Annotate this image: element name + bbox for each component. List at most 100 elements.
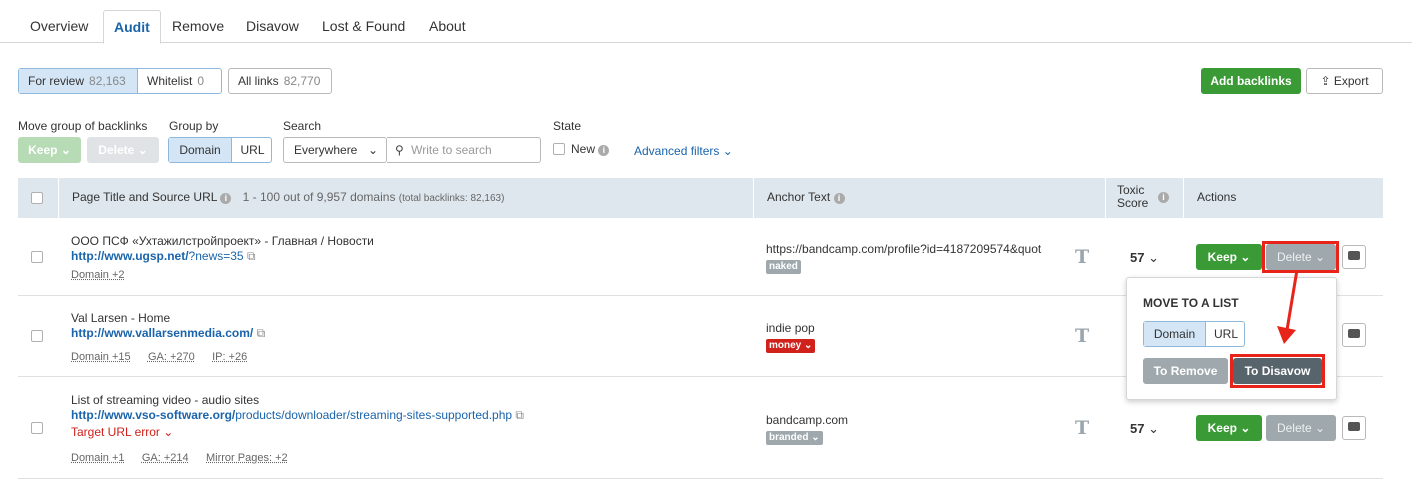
external-link-icon[interactable]: ⧉	[247, 249, 256, 263]
meta-ip[interactable]: IP: +26	[212, 351, 247, 363]
group-by-url[interactable]: URL	[233, 138, 272, 162]
export-label: Export	[1333, 74, 1369, 88]
row-url[interactable]: http://www.vallarsenmedia.com/ ⧉	[71, 326, 265, 341]
filter-whitelist-count: 0	[197, 74, 205, 88]
chevron-down-icon: ⌄	[367, 143, 378, 157]
chevron-down-icon: ⌄	[811, 432, 820, 443]
meta-domain[interactable]: Domain +2	[71, 269, 125, 281]
export-button[interactable]: ⇪ Export	[1306, 68, 1383, 94]
anchor-tag[interactable]: branded ⌄	[766, 431, 823, 445]
anchor-tag-label: money	[769, 340, 802, 351]
total-backlinks: (total backlinks: 82,163)	[398, 193, 505, 204]
select-all-checkbox[interactable]	[31, 192, 43, 204]
keep-label: Keep	[1207, 421, 1237, 435]
target-url-error[interactable]: Target URL error ⌄	[71, 425, 173, 439]
row-meta: Domain +2	[71, 267, 125, 281]
to-remove-button[interactable]: To Remove	[1143, 358, 1228, 384]
row-url-path[interactable]: ?news=35	[189, 249, 244, 263]
target-url-error-label: Target URL error	[71, 425, 160, 439]
group-keep-label: Keep	[28, 143, 58, 157]
meta-domain[interactable]: Domain +1	[71, 452, 125, 464]
export-icon: ⇪	[1320, 74, 1331, 88]
row-checkbox[interactable]	[31, 251, 43, 263]
tab-disavow[interactable]: Disavow	[236, 10, 309, 43]
group-delete-button[interactable]: Delete ⌄	[87, 137, 159, 163]
search-input[interactable]: ⚲ Write to search	[387, 137, 541, 163]
popup-domain[interactable]: Domain	[1144, 322, 1206, 346]
filter-all-links-count: 82,770	[283, 74, 321, 88]
filter-all-links-label: All links	[238, 74, 279, 88]
row-url-domain[interactable]: http://www.vso-software.org/	[71, 408, 235, 422]
chevron-down-icon: ⌄	[1314, 421, 1326, 435]
row-url[interactable]: http://www.ugsp.net/?news=35 ⧉	[71, 249, 256, 264]
col-toxic-line2: Score	[1117, 196, 1149, 210]
comment-icon[interactable]	[1342, 245, 1366, 269]
filter-whitelist[interactable]: Whitelist 0	[139, 69, 222, 93]
external-link-icon[interactable]: ⧉	[257, 326, 266, 340]
tab-audit[interactable]: Audit	[103, 10, 161, 44]
new-checkbox[interactable]	[553, 143, 565, 155]
advanced-filters-link[interactable]: Advanced filters ⌄	[634, 144, 733, 158]
info-icon: i	[1158, 192, 1169, 203]
row-url-domain[interactable]: http://www.vallarsenmedia.com/	[71, 326, 253, 340]
col-actions-header: Actions	[1197, 190, 1237, 204]
search-scope-select[interactable]: Everywhere ⌄	[283, 137, 387, 163]
filter-for-review[interactable]: For review 82,163	[19, 69, 138, 93]
chevron-down-icon: ⌄	[1240, 421, 1251, 435]
text-type-icon: T	[1075, 325, 1090, 347]
toxic-score[interactable]: 57 ⌄	[1130, 421, 1159, 437]
text-type-icon: T	[1075, 417, 1090, 439]
chevron-down-icon: ⌄	[60, 143, 71, 157]
row-title: ООО ПСФ «Ухтажилстройпроект» - Главная /…	[71, 234, 374, 248]
meta-domain[interactable]: Domain +15	[71, 351, 131, 363]
row-anchor: bandcamp.com	[766, 413, 849, 427]
group-by-domain[interactable]: Domain	[169, 138, 232, 162]
tab-remove[interactable]: Remove	[162, 10, 234, 43]
comment-icon[interactable]	[1342, 323, 1366, 347]
group-by-label: Group by	[169, 119, 219, 133]
tab-about[interactable]: About	[419, 10, 476, 43]
chevron-down-icon: ⌄	[1148, 250, 1159, 265]
row-meta: Domain +1 GA: +214 Mirror Pages: +2	[71, 450, 288, 464]
row-url-path[interactable]: products/downloader/streaming-sites-supp…	[235, 408, 512, 422]
meta-ga[interactable]: GA: +270	[148, 351, 195, 363]
arrow-shaft	[1285, 269, 1299, 331]
search-label: Search	[283, 119, 322, 133]
search-icon: ⚲	[395, 143, 404, 157]
row-checkbox[interactable]	[31, 422, 43, 434]
info-icon: i	[598, 145, 610, 156]
toxic-score[interactable]: 57 ⌄	[1130, 250, 1159, 266]
keep-button[interactable]: Keep ⌄	[1196, 415, 1262, 441]
toxic-score-value: 57	[1130, 250, 1145, 265]
row-checkbox[interactable]	[31, 330, 43, 342]
popup-url[interactable]: URL	[1207, 322, 1245, 346]
filter-for-review-count: 82,163	[89, 74, 126, 88]
chevron-down-icon: ⌄	[1148, 421, 1159, 436]
group-keep-button[interactable]: Keep ⌄	[18, 137, 81, 163]
col-toxic-line1: Toxic	[1117, 183, 1145, 197]
tab-overview[interactable]: Overview	[20, 10, 98, 43]
keep-button[interactable]: Keep ⌄	[1196, 244, 1262, 270]
tab-bar: Overview Audit Remove Disavow Lost & Fou…	[0, 0, 1412, 44]
new-label-text: New	[571, 142, 596, 156]
comment-icon[interactable]	[1342, 416, 1366, 440]
keep-label: Keep	[1207, 250, 1237, 264]
row-url[interactable]: http://www.vso-software.org/products/dow…	[71, 408, 524, 423]
row-title: Val Larsen - Home	[71, 311, 171, 325]
annotation-arrow	[1277, 269, 1299, 344]
move-group-label: Move group of backlinks	[18, 119, 148, 133]
filter-all-links[interactable]: All links 82,770	[228, 68, 332, 94]
new-label: New i	[571, 142, 610, 156]
meta-ga[interactable]: GA: +214	[142, 452, 189, 464]
table-header: Page Title and Source URL i 1 - 100 out …	[18, 178, 1383, 218]
filter-whitelist-label: Whitelist	[147, 74, 193, 88]
col-toxic-header: Toxic Score	[1117, 184, 1148, 210]
col-anchor-header: Anchor Text i	[767, 190, 845, 204]
add-backlinks-button[interactable]: Add backlinks	[1201, 68, 1301, 94]
row-url-domain[interactable]: http://www.ugsp.net/	[71, 249, 189, 263]
anchor-tag[interactable]: money ⌄	[766, 339, 816, 353]
tab-lost-found[interactable]: Lost & Found	[312, 10, 415, 43]
meta-mirror-pages[interactable]: Mirror Pages: +2	[206, 452, 288, 464]
delete-button[interactable]: Delete ⌄	[1266, 415, 1336, 441]
external-link-icon[interactable]: ⧉	[515, 408, 524, 422]
